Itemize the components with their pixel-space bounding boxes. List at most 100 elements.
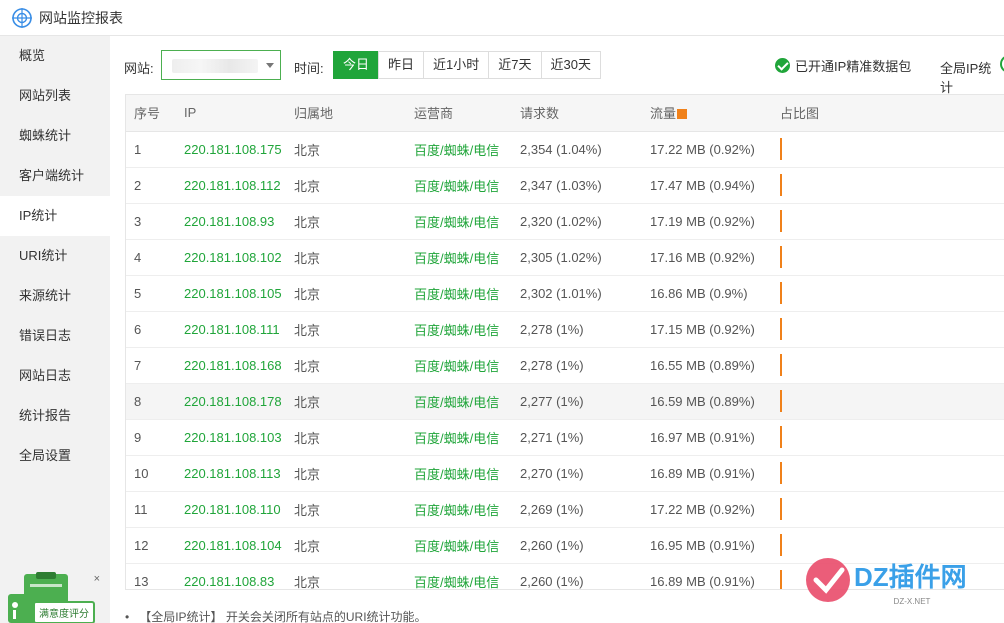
cell-location: 北京 <box>286 275 406 312</box>
cell-location: 北京 <box>286 455 406 492</box>
cell-isp: 百度/蜘蛛/电信 <box>406 455 512 492</box>
cell-ratio <box>772 167 1004 204</box>
cell-isp: 百度/蜘蛛/电信 <box>406 203 512 240</box>
ratio-bar <box>780 354 782 376</box>
cell-ratio <box>772 311 1004 348</box>
table-row[interactable]: 2 220.181.108.112 北京 百度/蜘蛛/电信 2,347 (1.03%) 1… <box>126 167 1004 204</box>
time-7d-button[interactable]: 近7天 <box>488 51 542 79</box>
cell-ip: 220.181.108.175 <box>176 131 286 168</box>
table-row[interactable]: 4 220.181.108.102 北京 百度/蜘蛛/电信 2,305 (1.02%) 1… <box>126 239 1004 276</box>
table-row[interactable]: 3 220.181.108.93 北京 百度/蜘蛛/电信 2,320 (1.02%) 17… <box>126 203 1004 240</box>
cell-traffic: 16.59 MB (0.89%) <box>642 383 772 420</box>
table-row[interactable]: 11 220.181.108.110 北京 百度/蜘蛛/电信 2,269 (1%) 17.… <box>126 491 1004 528</box>
table-row[interactable]: 7 220.181.108.168 北京 百度/蜘蛛/电信 2,278 (1%) 16.5… <box>126 347 1004 384</box>
sidebar-item-error-log[interactable]: 错误日志 <box>0 316 110 356</box>
cell-isp: 百度/蜘蛛/电信 <box>406 311 512 348</box>
site-select[interactable] <box>161 50 281 80</box>
cell-location: 北京 <box>286 203 406 240</box>
table-row[interactable]: 9 220.181.108.103 北京 百度/蜘蛛/电信 2,271 (1%) 16.9… <box>126 419 1004 456</box>
sidebar-item-client[interactable]: 客户端统计 <box>0 156 110 196</box>
table-row[interactable]: 8 220.181.108.178 北京 百度/蜘蛛/电信 2,277 (1%) 16.5… <box>126 383 1004 420</box>
footnote-bullet: • <box>125 610 130 623</box>
cell-index: 7 <box>126 347 176 384</box>
cell-isp: 百度/蜘蛛/电信 <box>406 167 512 204</box>
cell-traffic: 16.97 MB (0.91%) <box>642 419 772 456</box>
watermark-sub: DZ-X.NET <box>894 597 931 606</box>
cell-traffic: 16.55 MB (0.89%) <box>642 347 772 384</box>
col-header-ip[interactable]: IP <box>176 95 286 132</box>
app-title: 网站监控报表 <box>39 9 123 26</box>
cell-requests: 2,278 (1%) <box>512 347 642 384</box>
cell-location: 北京 <box>286 383 406 420</box>
cell-ratio <box>772 131 1004 168</box>
cell-location: 北京 <box>286 311 406 348</box>
table-row[interactable]: 1 220.181.108.175 北京 百度/蜘蛛/电信 2,354 (1.04%) 1… <box>126 131 1004 168</box>
sidebar-item-uri[interactable]: URI统计 <box>0 236 110 276</box>
col-header-requests[interactable]: 请求数 <box>512 95 642 132</box>
cell-index: 4 <box>126 239 176 276</box>
cell-ratio <box>772 239 1004 276</box>
ip-data-label: 已开通IP精准数据包 <box>795 59 912 74</box>
cell-index: 13 <box>126 563 176 589</box>
cell-requests: 2,260 (1%) <box>512 527 642 564</box>
col-header-isp[interactable]: 运营商 <box>406 95 512 132</box>
satisfaction-widget[interactable]: 满意度评分 × <box>6 572 102 623</box>
table-row[interactable]: 6 220.181.108.111 北京 百度/蜘蛛/电信 2,278 (1%) 17.1… <box>126 311 1004 348</box>
cell-index: 2 <box>126 167 176 204</box>
cell-index: 11 <box>126 491 176 528</box>
cell-requests: 2,260 (1%) <box>512 563 642 589</box>
watermark-brand: DZ插件网 <box>854 562 967 592</box>
col-header-location[interactable]: 归属地 <box>286 95 406 132</box>
ratio-bar <box>780 138 782 160</box>
cell-index: 3 <box>126 203 176 240</box>
cell-ip: 220.181.108.105 <box>176 275 286 312</box>
sidebar-item-referer[interactable]: 来源统计 <box>0 276 110 316</box>
cell-location: 北京 <box>286 167 406 204</box>
sidebar-item-sites[interactable]: 网站列表 <box>0 76 110 116</box>
col-header-traffic[interactable]: 流量 <box>642 95 772 132</box>
ratio-bar <box>780 174 782 196</box>
sidebar-item-overview[interactable]: 概览 <box>0 36 110 76</box>
cell-ip: 220.181.108.93 <box>176 203 286 240</box>
cell-ip: 220.181.108.178 <box>176 383 286 420</box>
time-30d-button[interactable]: 近30天 <box>540 51 601 79</box>
time-today-button[interactable]: 今日 <box>333 51 380 79</box>
ratio-bar <box>780 570 782 589</box>
cell-traffic: 16.86 MB (0.9%) <box>642 275 772 312</box>
close-icon[interactable]: × <box>94 574 100 585</box>
cell-location: 北京 <box>286 347 406 384</box>
cell-traffic: 16.89 MB (0.91%) <box>642 455 772 492</box>
cell-ip: 220.181.108.103 <box>176 419 286 456</box>
cell-requests: 2,269 (1%) <box>512 491 642 528</box>
cell-isp: 百度/蜘蛛/电信 <box>406 491 512 528</box>
col-header-ratio[interactable]: 占比图 <box>772 95 1004 132</box>
ratio-bar <box>780 426 782 448</box>
sidebar-item-spider[interactable]: 蜘蛛统计 <box>0 116 110 156</box>
site-label: 网站: <box>124 61 154 76</box>
footnote: • 【全局IP统计】 开关会关闭所有站点的URI统计功能。 <box>125 608 427 623</box>
sidebar-item-site-log[interactable]: 网站日志 <box>0 356 110 396</box>
cell-ip: 220.181.108.112 <box>176 167 286 204</box>
time-yesterday-button[interactable]: 昨日 <box>378 51 425 79</box>
cell-requests: 2,354 (1.04%) <box>512 131 642 168</box>
time-1h-button[interactable]: 近1小时 <box>423 51 490 79</box>
sidebar-item-report[interactable]: 统计报告 <box>0 396 110 436</box>
sort-square-icon[interactable] <box>677 109 688 120</box>
col-header-index[interactable]: 序号 <box>126 95 176 132</box>
sidebar-item-settings[interactable]: 全局设置 <box>0 436 110 476</box>
monitor-logo-icon <box>12 7 32 28</box>
cell-traffic: 16.89 MB (0.91%) <box>642 563 772 589</box>
ip-stats-table: 序号 IP 归属地 运营商 请求数 流量 占比图 1 220.181.108.17… <box>125 94 1004 590</box>
cell-isp: 百度/蜘蛛/电信 <box>406 131 512 168</box>
ip-data-status: 已开通IP精准数据包 <box>775 56 911 75</box>
cell-ip: 220.181.108.83 <box>176 563 286 589</box>
cell-traffic: 17.47 MB (0.94%) <box>642 167 772 204</box>
cell-location: 北京 <box>286 419 406 456</box>
table-row[interactable]: 10 220.181.108.113 北京 百度/蜘蛛/电信 2,270 (1%) 16.… <box>126 455 1004 492</box>
cell-ratio <box>772 419 1004 456</box>
sidebar-item-ip[interactable]: IP统计 <box>0 196 110 236</box>
ratio-bar <box>780 498 782 520</box>
cell-isp: 百度/蜘蛛/电信 <box>406 527 512 564</box>
site-select-value <box>172 59 258 73</box>
table-row[interactable]: 5 220.181.108.105 北京 百度/蜘蛛/电信 2,302 (1.01%) 1… <box>126 275 1004 312</box>
